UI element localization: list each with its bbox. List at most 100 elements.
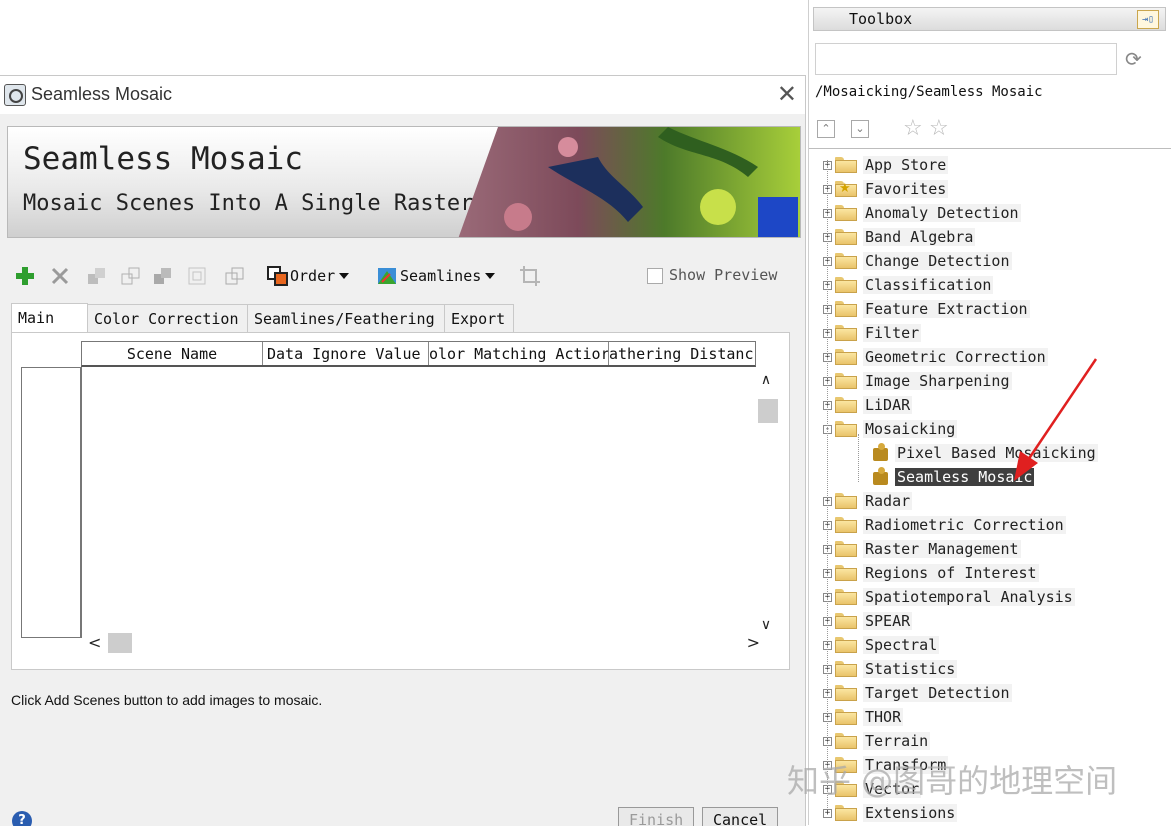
seamlines-dropdown[interactable]: Seamlines [376,262,496,290]
finish-button[interactable]: Finish [618,807,695,826]
expand-all-icon[interactable]: ⌄ [851,120,869,138]
folder-icon [835,613,857,629]
scroll-up-icon[interactable]: ∧ [758,373,774,387]
column-header-scene-name[interactable]: Scene Name [82,342,263,365]
tree-item[interactable]: + Band Algebra [823,226,976,248]
vertical-scrollbar[interactable]: ∧ ∨ [756,367,778,638]
tree-item[interactable]: + LiDAR [823,394,913,416]
tree-item-label: Terrain [863,732,931,750]
folder-icon [835,301,857,317]
horizontal-scroll-thumb[interactable] [108,633,132,653]
order-icon [267,266,288,286]
folder-icon [835,373,857,389]
tree-item-label: Raster Management [863,540,1021,558]
banner-subtitle: Mosaic Scenes Into A Single Raster [23,191,474,216]
tree-item-label: Spatiotemporal Analysis [863,588,1075,606]
tree-item[interactable]: + Radiometric Correction [823,514,1066,536]
tree-item[interactable]: + Regions of Interest [823,562,1039,584]
add-favorite-star-icon[interactable]: ☆ [903,116,923,141]
tree-item-label: LiDAR [863,396,913,414]
folder-icon [835,421,857,437]
tree-item[interactable]: + Extensions [823,802,958,824]
tree-item-label: Classification [863,276,994,294]
scroll-down-icon[interactable]: ∨ [758,618,774,632]
vertical-scroll-thumb[interactable] [758,399,778,423]
scroll-right-icon[interactable]: > [747,633,760,652]
tab-seamlines-feathering[interactable]: Seamlines/Feathering [247,304,445,332]
tree-item[interactable]: + Terrain [823,730,931,752]
tree-item[interactable]: + Raster Management [823,538,1021,560]
tab-main[interactable]: Main [11,303,88,334]
tool-button-5[interactable] [224,262,246,290]
add-scenes-button[interactable] [14,262,36,290]
tree-item[interactable]: + Statistics [823,658,958,680]
tree-item-label: Statistics [863,660,958,678]
tree-item[interactable]: + Spectral [823,634,940,656]
tree-item[interactable]: + Anomaly Detection [823,202,1021,224]
column-header-feathering-distance[interactable]: athering Distanc [609,342,755,365]
toolbox-divider [809,148,1171,149]
tree-connector [858,434,859,482]
tree-item-label: Filter [863,324,922,342]
toolbox-panel: Toolbox ⇥▯ ⟳ /Mosaicking/Seamless Mosaic… [808,0,1171,825]
tree-item[interactable]: + THOR [823,706,904,728]
dialog-banner: Seamless Mosaic Mosaic Scenes Into A Sin… [7,126,801,238]
app-icon [4,84,26,106]
tree-item[interactable]: + Filter [823,322,922,344]
help-icon[interactable]: ? [12,811,32,826]
expand-icon[interactable]: + [823,808,832,818]
favorites-folder-icon: ★ [835,181,857,197]
banner-title: Seamless Mosaic [23,141,303,177]
collapse-all-icon[interactable]: ⌃ [817,120,835,138]
column-header-color-matching-action[interactable]: olor Matching Actior [429,342,609,365]
close-icon[interactable]: ✕ [777,80,797,108]
order-label: Order [290,267,336,285]
table-body[interactable] [81,367,756,638]
tree-item-label: Spectral [863,636,940,654]
layers-icon [88,268,105,284]
remove-favorite-star-icon[interactable]: ☆ [929,116,949,141]
remove-scene-button[interactable] [50,262,70,290]
tree-item[interactable]: + Image Sharpening [823,370,1012,392]
tree-item[interactable]: + Classification [823,274,994,296]
tree-item[interactable]: + Change Detection [823,250,1012,272]
crop-button[interactable] [519,262,541,290]
order-dropdown[interactable]: Order [266,262,350,290]
tree-item[interactable]: + App Store [823,154,949,176]
tree-item[interactable]: + ★ Favorites [823,178,949,200]
table-corner [21,341,81,367]
x-icon [51,267,69,285]
toolbox-tree: + App Store + ★ Favorites + Anomaly Detection +… [809,152,1171,825]
dock-icon[interactable]: ⇥▯ [1137,10,1159,29]
scroll-left-icon[interactable]: < [88,633,101,652]
tab-export[interactable]: Export [444,304,514,332]
tree-item-label: Favorites [863,180,949,198]
tab-color-correction[interactable]: Color Correction [87,304,248,332]
tree-item-label: Mosaicking [863,420,958,438]
horizontal-scrollbar[interactable]: < > [82,631,762,653]
tree-item[interactable]: + Target Detection [823,682,1012,704]
toolbox-search-input[interactable] [815,43,1117,75]
folder-icon [835,229,857,245]
tree-item[interactable]: + SPEAR [823,610,913,632]
tool-button-2[interactable] [120,262,142,290]
tree-item-label: Feature Extraction [863,300,1030,318]
dialog-title: Seamless Mosaic [31,84,173,104]
tool-button-3[interactable] [152,262,174,290]
plus-icon [16,267,34,285]
column-header-data-ignore-value[interactable]: Data Ignore Value [263,342,429,365]
tool-button-1[interactable] [86,262,108,290]
tree-item[interactable]: + Radar [823,490,913,512]
toolbox-header: Toolbox ⇥▯ [813,7,1166,31]
cancel-button[interactable]: Cancel [702,807,779,826]
tree-item[interactable]: + Feature Extraction [823,298,1030,320]
satellite-image [458,127,800,237]
tree-item[interactable]: - Mosaicking [823,418,958,440]
show-preview-checkbox[interactable] [647,268,663,284]
seamlines-label: Seamlines [400,267,482,285]
status-message: Click Add Scenes button to add images to… [11,692,323,708]
dialog-titlebar: Seamless Mosaic ✕ [0,76,805,114]
tree-item[interactable]: + Spatiotemporal Analysis [823,586,1075,608]
tool-button-4[interactable] [186,262,208,290]
refresh-icon[interactable]: ⟳ [1125,47,1142,71]
